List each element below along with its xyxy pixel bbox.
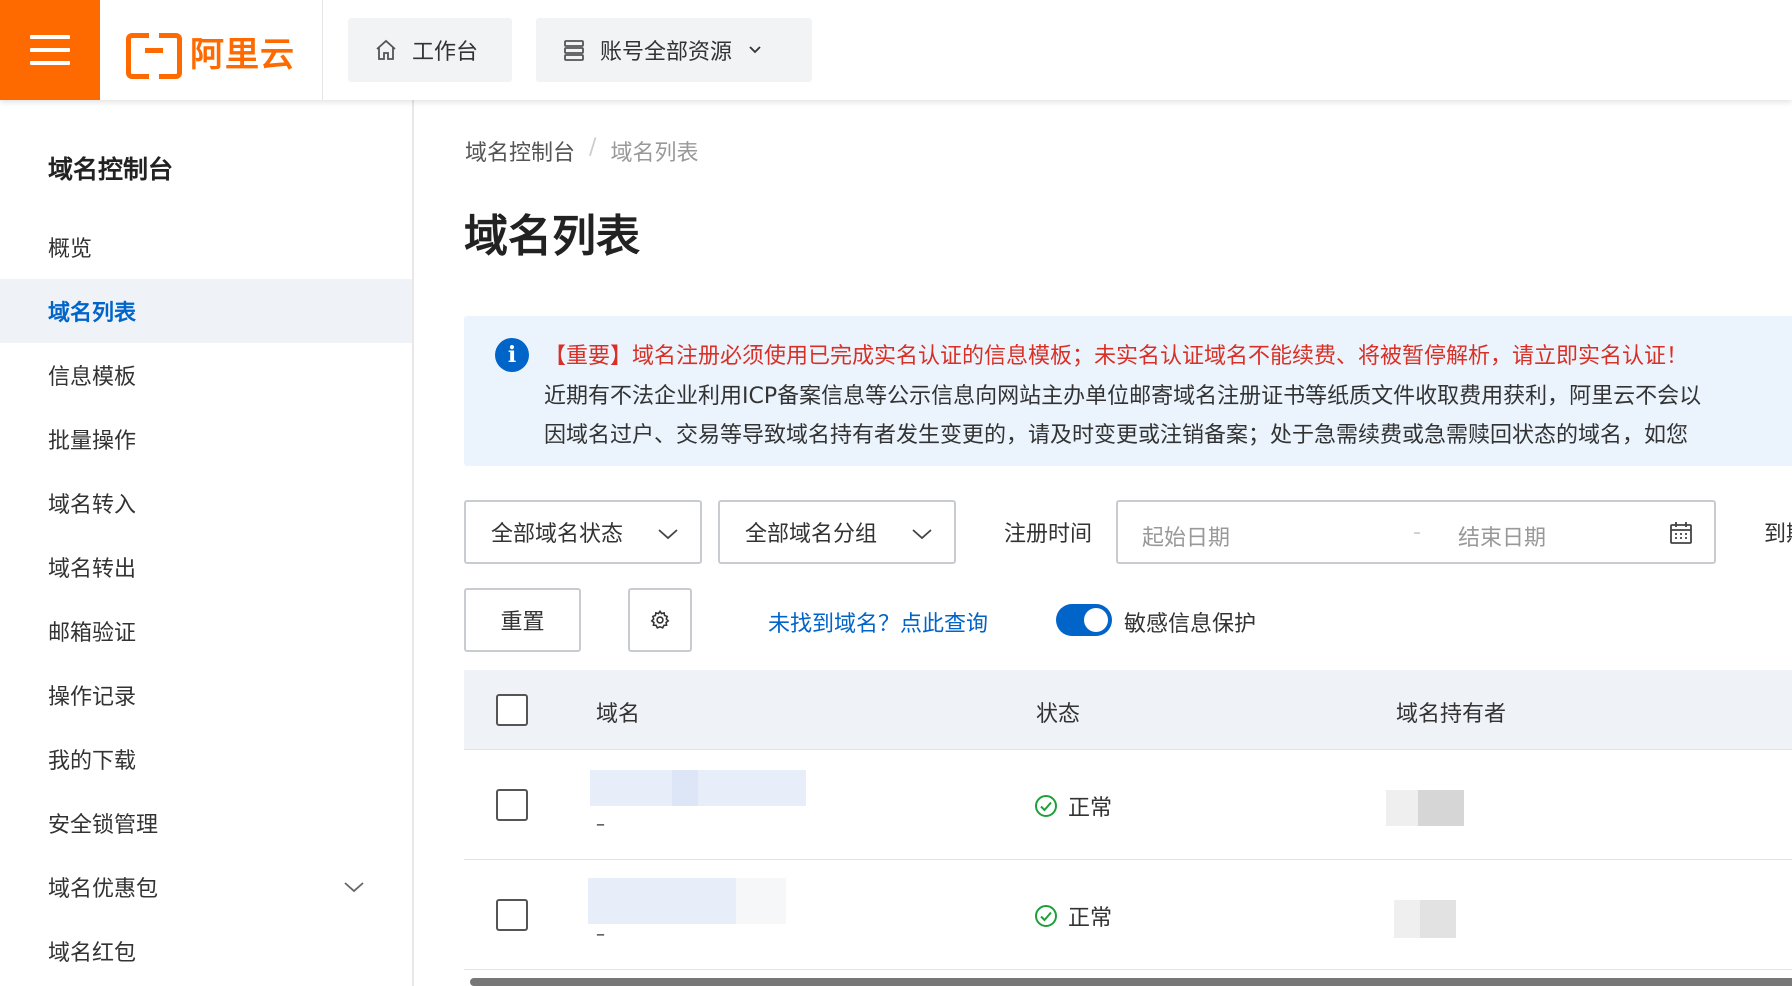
- table-row: – 正常: [464, 860, 1792, 970]
- sidebar-item-overview[interactable]: 概览: [0, 215, 412, 279]
- domain-group-select[interactable]: 全部域名分组: [718, 500, 956, 564]
- domain-note: –: [596, 814, 605, 835]
- status-text: 正常: [1068, 906, 1113, 931]
- sensitive-info-toggle[interactable]: [1056, 604, 1112, 636]
- server-icon: [564, 40, 584, 61]
- domain-note: –: [596, 924, 605, 945]
- column-header-owner[interactable]: 域名持有者: [1396, 696, 1506, 728]
- sidebar-item-operation-log[interactable]: 操作记录: [0, 663, 412, 727]
- sidebar-item-batch-operations[interactable]: 批量操作: [0, 407, 412, 471]
- sidebar-title: 域名控制台: [48, 155, 174, 184]
- sidebar-item-security-lock[interactable]: 安全锁管理: [0, 791, 412, 855]
- breadcrumb-current: 域名列表: [610, 141, 699, 166]
- redacted-domain-name-part: [736, 878, 786, 924]
- calendar-icon: [1670, 522, 1692, 544]
- check-circle-icon: [1035, 905, 1057, 927]
- aliyun-logo-icon: [126, 33, 182, 79]
- redacted-owner-part: [1418, 790, 1464, 826]
- gear-icon: [650, 609, 670, 629]
- aliyun-logo[interactable]: 阿里云: [126, 30, 295, 79]
- status-text: 正常: [1068, 796, 1113, 821]
- sidebar-item-transfer-in[interactable]: 域名转入: [0, 471, 412, 535]
- workbench-label: 工作台: [412, 40, 479, 65]
- chevron-down-icon: [912, 529, 932, 540]
- redacted-owner: [1386, 790, 1420, 826]
- select-all-checkbox[interactable]: [496, 694, 528, 726]
- sidebar-item-label: 概览: [48, 237, 93, 262]
- notice-banner: i 【重要】域名注册必须使用已完成实名认证的信息模板；未实名认证域名不能续费、将…: [464, 316, 1792, 466]
- domain-group-value: 全部域名分组: [745, 522, 878, 547]
- date-range-separator: -: [1413, 520, 1421, 545]
- sidebar-item-label: 安全锁管理: [48, 813, 159, 838]
- sidebar-item-my-downloads[interactable]: 我的下载: [0, 727, 412, 791]
- account-resources-dropdown[interactable]: 账号全部资源: [536, 18, 812, 82]
- sidebar-item-label: 信息模板: [48, 365, 137, 390]
- column-header-status[interactable]: 状态: [1036, 696, 1080, 728]
- registration-time-label: 注册时间: [1004, 522, 1093, 547]
- menu-line: [30, 48, 70, 52]
- menu-line: [30, 61, 70, 65]
- sidebar: 域名控制台 概览 域名列表 信息模板 批量操作 域名转入 域名转出 邮箱验证 操…: [0, 100, 414, 986]
- row-checkbox[interactable]: [496, 899, 528, 931]
- info-icon: i: [495, 338, 529, 372]
- check-circle-icon: [1035, 795, 1057, 817]
- reset-button-label: 重置: [500, 610, 545, 635]
- redacted-owner-part: [1420, 900, 1456, 938]
- page-title: 域名列表: [464, 211, 640, 262]
- status-cell: 正常: [1034, 790, 1112, 822]
- logo-text: 阿里云: [190, 34, 295, 75]
- notice-line: 因域名过户、交易等导致域名持有者发生变更的，请及时变更或注销备案；处于急需续费或…: [544, 423, 1689, 448]
- sidebar-item-label: 域名优惠包: [48, 877, 159, 902]
- sidebar-item-label: 我的下载: [48, 749, 137, 774]
- notice-line: 近期有不法企业利用ICP备案信息等公示信息向网站主办单位邮寄域名注册证书等纸质文…: [544, 384, 1702, 409]
- redacted-domain-name[interactable]: [590, 770, 806, 806]
- sidebar-item-transfer-out[interactable]: 域名转出: [0, 535, 412, 599]
- domain-status-value: 全部域名状态: [491, 522, 624, 547]
- sidebar-item-info-template[interactable]: 信息模板: [0, 343, 412, 407]
- chevron-down-icon: [658, 529, 678, 540]
- breadcrumb: 域名控制台 / 域名列表: [465, 135, 698, 167]
- sidebar-item-label: 域名列表: [48, 301, 137, 326]
- breadcrumb-root-link[interactable]: 域名控制台: [465, 135, 575, 167]
- sidebar-item-label: 域名转出: [48, 557, 137, 582]
- sidebar-item-email-verification[interactable]: 邮箱验证: [0, 599, 412, 663]
- settings-button[interactable]: [628, 588, 692, 652]
- table-header: 域名 状态 域名持有者: [464, 670, 1792, 750]
- domain-status-select[interactable]: 全部域名状态: [464, 500, 702, 564]
- reset-button[interactable]: 重置: [464, 588, 581, 652]
- start-date-input[interactable]: 起始日期: [1142, 520, 1230, 552]
- horizontal-scrollbar[interactable]: [470, 978, 1792, 986]
- column-header-domain[interactable]: 域名: [596, 696, 640, 728]
- sidebar-item-label: 域名转入: [48, 493, 137, 518]
- hamburger-menu-button[interactable]: [0, 0, 100, 100]
- sidebar-item-label: 操作记录: [48, 685, 137, 710]
- sidebar-item-label: 域名红包: [48, 941, 137, 966]
- breadcrumb-separator: /: [589, 135, 597, 160]
- end-date-input[interactable]: 结束日期: [1458, 520, 1546, 552]
- table-row: – 正常: [464, 750, 1792, 860]
- redacted-domain-name-part: [672, 770, 698, 806]
- sidebar-item-domain-list[interactable]: 域名列表: [0, 279, 412, 343]
- menu-line: [30, 35, 70, 39]
- status-cell: 正常: [1034, 900, 1112, 932]
- row-checkbox[interactable]: [496, 789, 528, 821]
- sensitive-info-label: 敏感信息保护: [1124, 612, 1257, 637]
- divider: [322, 0, 323, 100]
- home-icon: [376, 39, 396, 60]
- sidebar-item-label: 邮箱验证: [48, 621, 137, 646]
- redacted-domain-name[interactable]: [588, 878, 736, 924]
- sidebar-item-label: 批量操作: [48, 429, 137, 454]
- expire-time-label: 到期: [1764, 522, 1792, 547]
- domain-not-found-query-link[interactable]: 未找到域名？点此查询: [768, 606, 988, 638]
- top-bar: 阿里云 工作台 账号全部资源: [0, 0, 1792, 100]
- account-resources-label: 账号全部资源: [600, 40, 733, 65]
- sidebar-item-discount-package[interactable]: 域名优惠包: [0, 855, 412, 919]
- workbench-button[interactable]: 工作台: [348, 18, 512, 82]
- notice-important-line: 【重要】域名注册必须使用已完成实名认证的信息模板；未实名认证域名不能续费、将被暂…: [544, 344, 1689, 369]
- chevron-down-icon: [344, 882, 364, 893]
- registration-date-range-picker[interactable]: 起始日期 - 结束日期: [1116, 500, 1716, 564]
- domain-table: 域名 状态 域名持有者 – 正常 – 正常: [464, 670, 1792, 970]
- sidebar-item-red-packet[interactable]: 域名红包: [0, 919, 412, 983]
- chevron-down-icon: [749, 46, 761, 54]
